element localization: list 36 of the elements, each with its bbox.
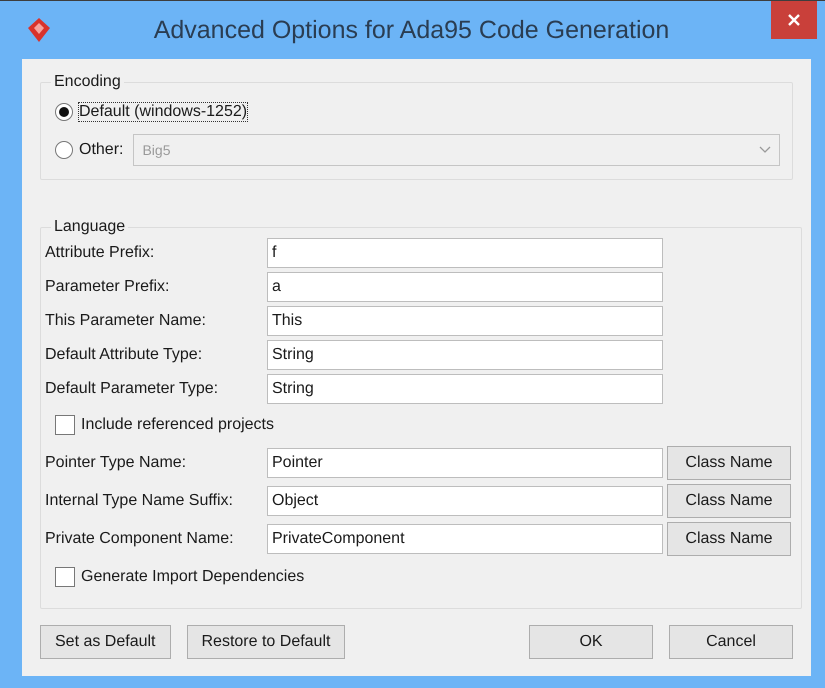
text-field[interactable]: a: [267, 272, 663, 302]
dialog-button[interactable]: OK: [529, 625, 653, 659]
field-label: Parameter Prefix:: [45, 278, 170, 296]
text-field[interactable]: Object: [267, 486, 663, 516]
field-label: Default Parameter Type:: [45, 380, 220, 398]
text-field[interactable]: String: [267, 374, 663, 404]
app-logo-icon: [26, 17, 52, 43]
class-name-button[interactable]: Class Name: [667, 522, 791, 556]
field-label: Default Attribute Type:: [45, 346, 204, 364]
field-label: Internal Type Name Suffix:: [45, 492, 234, 510]
text-field[interactable]: PrivateComponent: [267, 524, 663, 554]
chevron-down-icon: [759, 146, 771, 154]
class-name-button[interactable]: Class Name: [667, 446, 791, 480]
dialog-button[interactable]: Restore to Default: [186, 625, 346, 659]
field-label: This Parameter Name:: [45, 312, 207, 330]
window-title: Advanced Options for Ada95 Code Generation: [152, 16, 670, 44]
group-title: Language: [53, 218, 126, 236]
class-name-button[interactable]: Class Name: [667, 484, 791, 518]
text-field[interactable]: String: [267, 340, 663, 370]
field-label: Private Component Name:: [45, 530, 235, 548]
radio-label[interactable]: Default (windows-1252): [79, 103, 248, 121]
checkbox[interactable]: [55, 415, 75, 435]
dialog-button[interactable]: Set as Default: [40, 625, 170, 659]
text-field[interactable]: f: [267, 238, 663, 268]
field-label: Pointer Type Name:: [45, 454, 188, 472]
text-field[interactable]: Pointer: [267, 448, 663, 478]
field-label: Attribute Prefix:: [45, 244, 156, 262]
group-title: Encoding: [53, 73, 122, 91]
checkbox-label[interactable]: Include referenced projects: [81, 416, 274, 434]
close-button[interactable]: [771, 1, 817, 39]
checkbox-label[interactable]: Generate Import Dependencies: [81, 568, 304, 586]
text-field[interactable]: This: [267, 306, 663, 336]
close-icon: [787, 13, 801, 27]
radio-button[interactable]: [55, 103, 73, 121]
dialog-button[interactable]: Cancel: [669, 625, 793, 659]
checkbox[interactable]: [55, 567, 75, 587]
